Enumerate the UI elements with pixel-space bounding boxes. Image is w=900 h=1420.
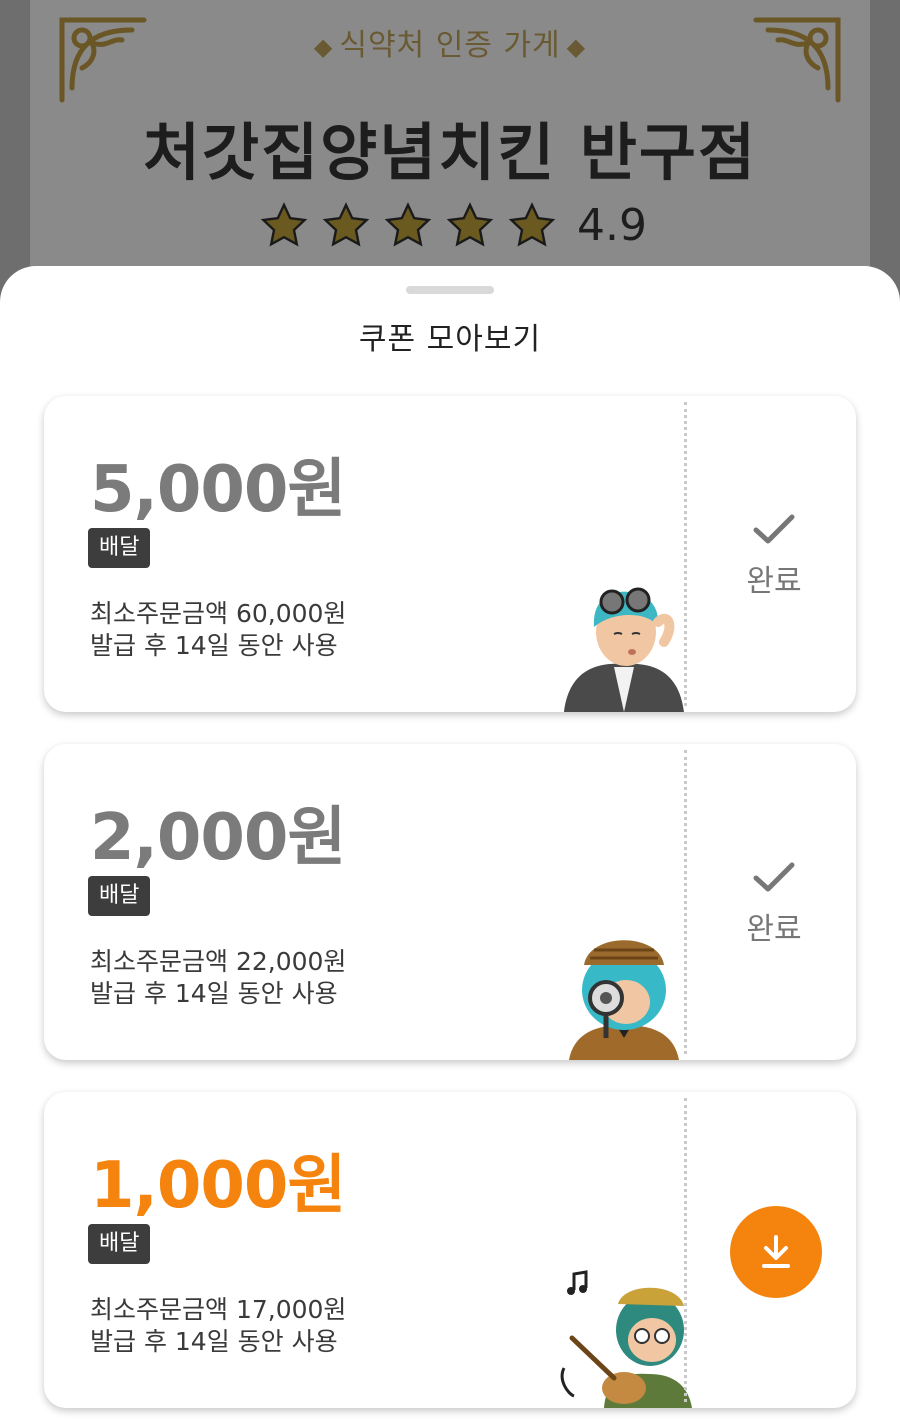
star-icon (508, 201, 556, 246)
coupon-validity: 발급 후 14일 동안 사용 (90, 1327, 338, 1356)
coupon-type-tag: 배달 (88, 1224, 151, 1264)
coupon-perforation (684, 750, 687, 1054)
coupon-status-label: 완료 (746, 564, 802, 599)
diamond-icon: ◆ (566, 33, 587, 61)
download-icon (762, 1235, 790, 1268)
sheet-drag-handle[interactable] (406, 286, 494, 294)
coupon-status: 완료 (734, 512, 814, 600)
check-icon (753, 862, 795, 892)
mascot-detective-image (569, 940, 679, 1060)
coupon-min-order: 최소주문금액 60,000원 (90, 599, 347, 628)
coupon-conditions: 최소주문금액 22,000원 발급 후 14일 동안 사용 (90, 946, 346, 1010)
star-icon (384, 201, 432, 246)
check-icon (753, 514, 795, 544)
coupon-type-tag: 배달 (88, 528, 151, 568)
coupon-perforation (684, 1098, 687, 1402)
rating-value: 4.9 (577, 200, 647, 251)
coupon-validity: 발급 후 14일 동안 사용 (90, 979, 338, 1008)
certified-badge-label: 식약처 인증 가게 (339, 28, 561, 63)
coupon-validity: 발급 후 14일 동안 사용 (90, 631, 338, 660)
coupon-type-tag: 배달 (88, 876, 151, 916)
store-name: 처갓집양념치킨 반구점 (143, 116, 757, 189)
diamond-icon: ◆ (313, 33, 334, 61)
coupon-download-button[interactable] (730, 1206, 822, 1298)
coupon-amount: 2,000원 (90, 801, 346, 875)
certified-badge: ◆ 식약처 인증 가게 ◆ (0, 20, 900, 64)
mascot-goggles-image (564, 587, 684, 712)
coupon-amount: 1,000원 (90, 1149, 346, 1223)
sheet-title: 쿠폰 모아보기 (358, 322, 542, 357)
store-rating: 4.9 (0, 200, 900, 251)
star-icon (322, 201, 370, 246)
coupon-perforation (684, 402, 687, 706)
mascot-guitar-image (560, 1270, 692, 1408)
coupon-min-order: 최소주문금액 17,000원 (90, 1295, 347, 1324)
coupon-conditions: 최소주문금액 60,000원 발급 후 14일 동안 사용 (90, 598, 346, 662)
coupon-status-label: 완료 (746, 912, 802, 947)
coupon-card: 5,000원 배달 최소주문금액 60,000원 발급 후 14일 동안 사용 … (44, 396, 856, 712)
coupon-conditions: 최소주문금액 17,000원 발급 후 14일 동안 사용 (90, 1294, 346, 1358)
coupon-status: 완료 (734, 860, 814, 948)
coupon-min-order: 최소주문금액 22,000원 (90, 947, 347, 976)
star-icon (260, 201, 308, 246)
coupon-card: 2,000원 배달 최소주문금액 22,000원 발급 후 14일 동안 사용 … (44, 744, 856, 1060)
star-icon (446, 201, 494, 246)
coupon-amount: 5,000원 (90, 453, 346, 527)
coupon-card: 1,000원 배달 최소주문금액 17,000원 발급 후 14일 동안 사용 (44, 1092, 856, 1408)
coupon-sheet: 쿠폰 모아보기 5,000원 배달 최소주문금액 60,000원 발급 후 14… (0, 266, 900, 1420)
